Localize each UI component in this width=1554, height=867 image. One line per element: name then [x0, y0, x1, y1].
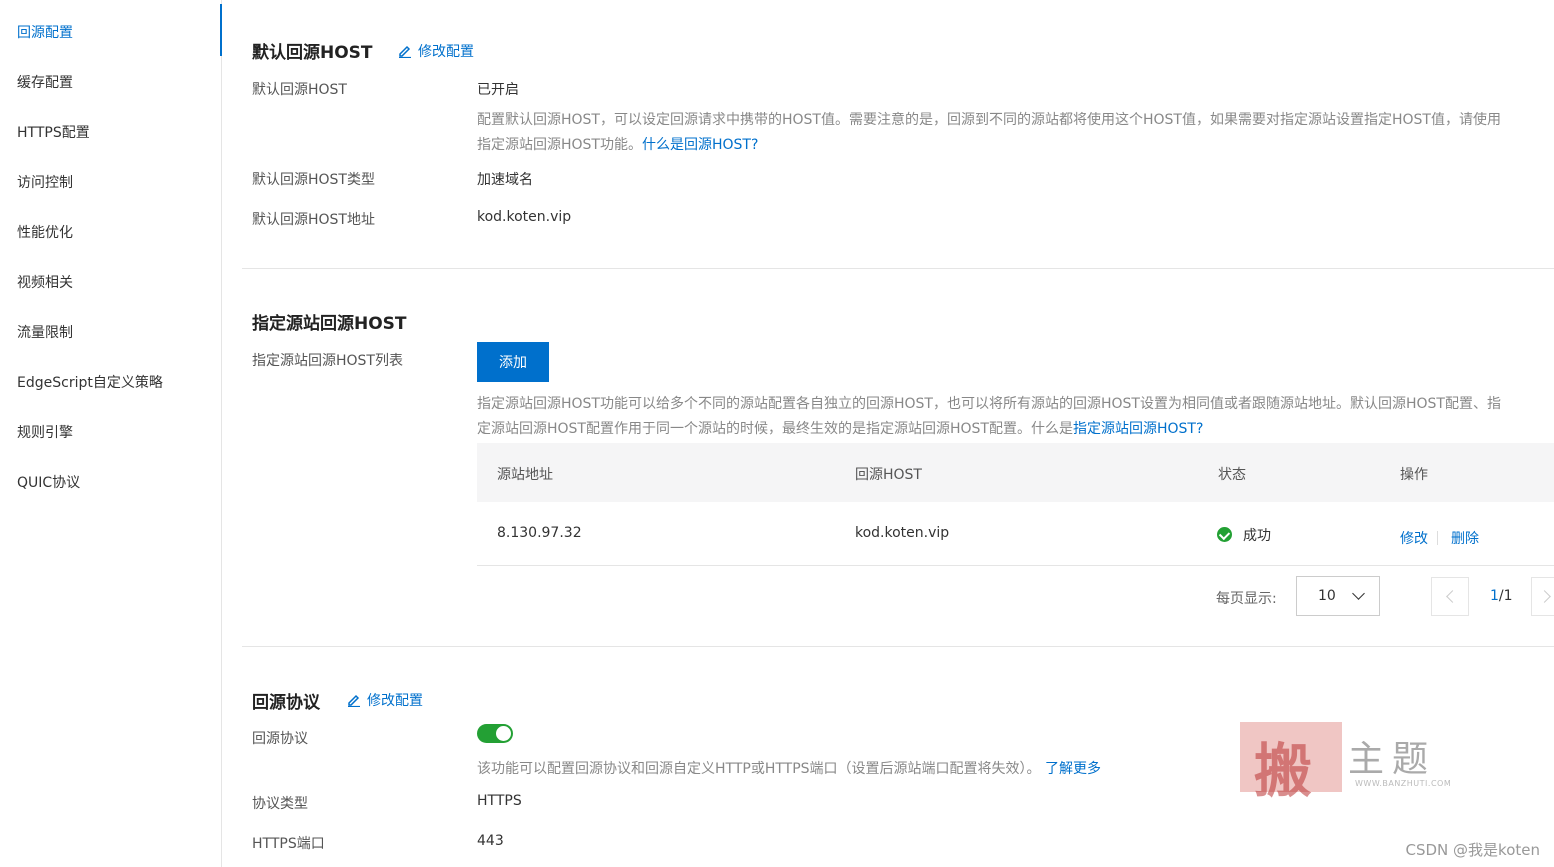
sidebar-item-rule-engine[interactable]: 规则引擎 — [17, 422, 73, 442]
sidebar-item-performance[interactable]: 性能优化 — [17, 222, 73, 242]
watermark-text: 主题 — [1348, 739, 1437, 780]
csdn-credit: CSDN @我是koten — [1405, 841, 1540, 859]
origin-host-desc-text: 定源站回源HOST配置作用于同一个源站的时候，最终生效的是指定源站回源HOST配… — [477, 421, 1073, 437]
sidebar-item-video[interactable]: 视频相关 — [17, 272, 73, 292]
next-page-button[interactable] — [1531, 577, 1554, 616]
sidebar-item-cache-config[interactable]: 缓存配置 — [17, 72, 73, 92]
action-separator — [1437, 531, 1438, 545]
page-indicator: 1/1 — [1490, 588, 1513, 604]
origin-host-desc-line2: 定源站回源HOST配置作用于同一个源站的时候，最终生效的是指定源站回源HOST配… — [477, 417, 1203, 442]
current-page: 1 — [1490, 588, 1499, 604]
default-host-desc-text: 指定源站回源HOST功能。 — [477, 137, 642, 153]
edit-link-label: 修改配置 — [418, 44, 474, 60]
protocol-type-label: 协议类型 — [252, 796, 308, 812]
https-port-label: HTTPS端口 — [252, 836, 325, 852]
sidebar-item-access-control[interactable]: 访问控制 — [17, 172, 73, 192]
sidebar-item-traffic-limit[interactable]: 流量限制 — [17, 322, 73, 342]
column-header-host: 回源HOST — [855, 467, 922, 483]
default-host-status-value: 已开启 — [477, 82, 519, 98]
edit-link-label: 修改配置 — [367, 693, 423, 709]
success-check-icon — [1217, 527, 1232, 542]
main-content: 默认回源HOST 修改配置 默认回源HOST 已开启 配置默认回源HOST，可以… — [222, 0, 1554, 867]
https-port-value: 443 — [477, 833, 504, 849]
chevron-down-icon — [1352, 587, 1365, 600]
sidebar: 回源配置 缓存配置 HTTPS配置 访问控制 性能优化 视频相关 流量限制 Ed… — [0, 0, 222, 867]
what-is-origin-host-link[interactable]: 什么是回源HOST? — [642, 137, 758, 153]
sidebar-item-origin-config[interactable]: 回源配置 — [17, 22, 73, 42]
origin-host-desc-line1: 指定源站回源HOST功能可以给多个不同的源站配置各自独立的回源HOST，也可以将… — [477, 396, 1501, 412]
column-header-origin: 源站地址 — [497, 467, 553, 483]
learn-more-link[interactable]: 了解更多 — [1045, 761, 1101, 777]
per-page-value: 10 — [1318, 588, 1336, 604]
column-header-status: 状态 — [1218, 467, 1246, 483]
origin-host-title: 指定源站回源HOST — [252, 314, 407, 334]
column-header-actions: 操作 — [1400, 467, 1428, 483]
table-row: 8.130.97.32 kod.koten.vip 成功 修改 删除 — [477, 503, 1554, 566]
default-host-status-label: 默认回源HOST — [252, 82, 347, 98]
default-host-addr-value: kod.koten.vip — [477, 209, 572, 225]
protocol-toggle-label: 回源协议 — [252, 731, 308, 747]
default-host-type-label: 默认回源HOST类型 — [252, 172, 375, 188]
watermark-big-char: 搬 — [1254, 737, 1313, 805]
cell-origin: 8.130.97.32 — [497, 525, 582, 541]
pencil-icon — [348, 694, 360, 707]
cell-host: kod.koten.vip — [855, 525, 950, 541]
default-host-edit-link[interactable]: 修改配置 — [398, 41, 474, 61]
what-is-origin-host-specified-link[interactable]: 指定源站回源HOST? — [1073, 421, 1203, 437]
sidebar-item-edgescript[interactable]: EdgeScript自定义策略 — [17, 372, 163, 392]
protocol-desc: 该功能可以配置回源协议和回源自定义HTTP或HTTPS端口（设置后源站端口配置将… — [477, 757, 1101, 782]
per-page-label: 每页显示: — [1216, 591, 1277, 607]
protocol-desc-text: 该功能可以配置回源协议和回源自定义HTTP或HTTPS端口（设置后源站端口配置将… — [477, 761, 1041, 777]
watermark-url: WWW.BANZHUTI.COM — [1355, 779, 1452, 788]
table-header: 源站地址 回源HOST 状态 操作 — [477, 443, 1554, 502]
prev-page-button[interactable] — [1431, 577, 1469, 616]
default-host-addr-label: 默认回源HOST地址 — [252, 212, 375, 228]
origin-host-list-label: 指定源站回源HOST列表 — [252, 353, 403, 369]
per-page-select[interactable]: 10 — [1296, 576, 1380, 616]
sidebar-item-https-config[interactable]: HTTPS配置 — [17, 122, 90, 142]
sidebar-item-quic[interactable]: QUIC协议 — [17, 472, 80, 492]
pencil-icon — [399, 45, 411, 58]
delete-row-link[interactable]: 删除 — [1451, 528, 1479, 548]
default-host-title: 默认回源HOST — [252, 43, 373, 63]
default-host-type-value: 加速域名 — [477, 172, 533, 188]
chevron-left-icon — [1446, 590, 1459, 603]
section-divider — [242, 646, 1554, 647]
add-button[interactable]: 添加 — [477, 342, 549, 382]
section-divider — [242, 268, 1554, 269]
toggle-knob — [496, 726, 511, 741]
protocol-title: 回源协议 — [252, 693, 320, 713]
total-pages: /1 — [1498, 588, 1513, 604]
default-host-desc-line1: 配置默认回源HOST，可以设定回源请求中携带的HOST值。需要注意的是，回源到不… — [477, 112, 1501, 128]
cell-status: 成功 — [1243, 528, 1271, 544]
protocol-toggle[interactable] — [477, 724, 513, 743]
chevron-right-icon — [1538, 590, 1551, 603]
watermark-logo: 搬 主题 WWW.BANZHUTI.COM — [1240, 722, 1470, 805]
edit-row-link[interactable]: 修改 — [1400, 528, 1428, 548]
default-host-desc-line2: 指定源站回源HOST功能。什么是回源HOST? — [477, 133, 758, 158]
protocol-edit-link[interactable]: 修改配置 — [347, 690, 423, 710]
protocol-type-value: HTTPS — [477, 793, 522, 809]
